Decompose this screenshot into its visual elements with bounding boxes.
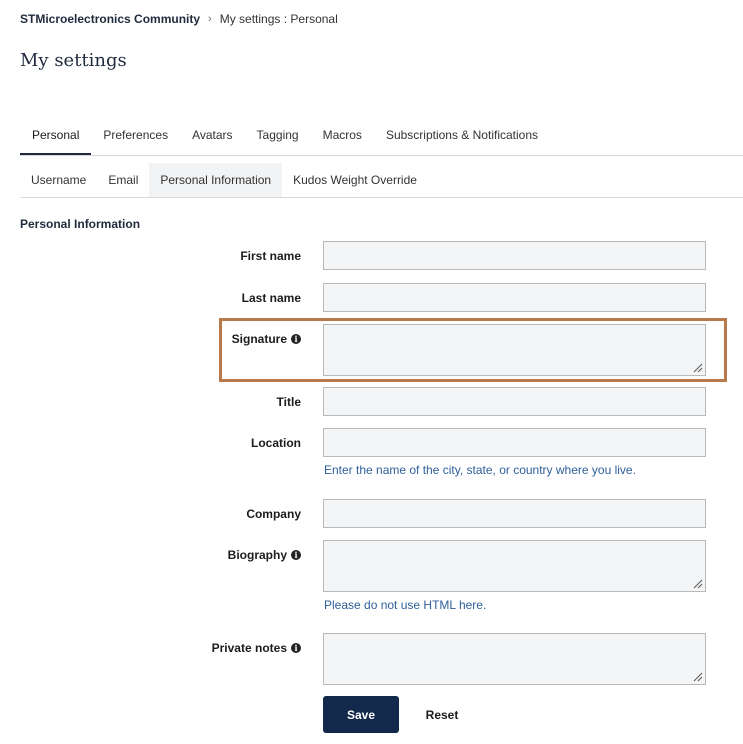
biography-label-group: Biography i xyxy=(228,548,301,562)
last-name-label: Last name xyxy=(241,291,301,305)
tab-preferences[interactable]: Preferences xyxy=(91,115,180,155)
private-notes-field[interactable] xyxy=(323,633,706,685)
location-field[interactable] xyxy=(323,428,706,457)
breadcrumb: STMicroelectronics Community › My settin… xyxy=(20,12,338,26)
resize-grip-icon[interactable] xyxy=(693,579,703,589)
location-label: Location xyxy=(251,436,301,450)
tab-personal[interactable]: Personal xyxy=(20,115,92,155)
breadcrumb-separator-icon: › xyxy=(208,13,212,25)
info-icon[interactable]: i xyxy=(291,550,301,560)
title-label: Title xyxy=(276,395,301,409)
first-name-field[interactable] xyxy=(323,241,706,270)
subtab-kudos-weight-override[interactable]: Kudos Weight Override xyxy=(282,163,428,197)
biography-field[interactable] xyxy=(323,540,706,592)
biography-label: Biography xyxy=(227,548,287,562)
breadcrumb-root-link[interactable]: STMicroelectronics Community xyxy=(20,12,200,26)
signature-highlight-box xyxy=(219,318,727,382)
location-help-text: Enter the name of the city, state, or co… xyxy=(324,463,636,477)
company-label: Company xyxy=(246,507,301,521)
tab-avatars[interactable]: Avatars xyxy=(180,115,244,155)
reset-button[interactable]: Reset xyxy=(414,696,470,733)
section-title: Personal Information xyxy=(20,217,141,231)
subtab-username[interactable]: Username xyxy=(20,163,97,197)
last-name-field[interactable] xyxy=(323,283,706,312)
tab-tagging[interactable]: Tagging xyxy=(245,115,311,155)
info-icon[interactable]: i xyxy=(291,643,301,653)
tab-macros[interactable]: Macros xyxy=(311,115,374,155)
private-notes-label: Private notes xyxy=(211,641,287,655)
title-field[interactable] xyxy=(323,387,706,416)
settings-tabs: Personal Preferences Avatars Tagging Mac… xyxy=(20,115,743,156)
personal-subtabs: Username Email Personal Information Kudo… xyxy=(20,163,743,198)
tab-subscriptions-notifications[interactable]: Subscriptions & Notifications xyxy=(374,115,550,155)
subtab-email[interactable]: Email xyxy=(97,163,149,197)
breadcrumb-current: My settings : Personal xyxy=(219,12,338,26)
resize-grip-icon[interactable] xyxy=(693,672,703,682)
biography-help-text: Please do not use HTML here. xyxy=(324,598,487,612)
first-name-label: First name xyxy=(240,249,301,263)
page-title: My settings xyxy=(20,50,127,71)
company-field[interactable] xyxy=(323,499,706,528)
save-button[interactable]: Save xyxy=(323,696,399,733)
subtab-personal-information[interactable]: Personal Information xyxy=(149,163,283,197)
private-notes-label-group: Private notes i xyxy=(212,641,301,655)
